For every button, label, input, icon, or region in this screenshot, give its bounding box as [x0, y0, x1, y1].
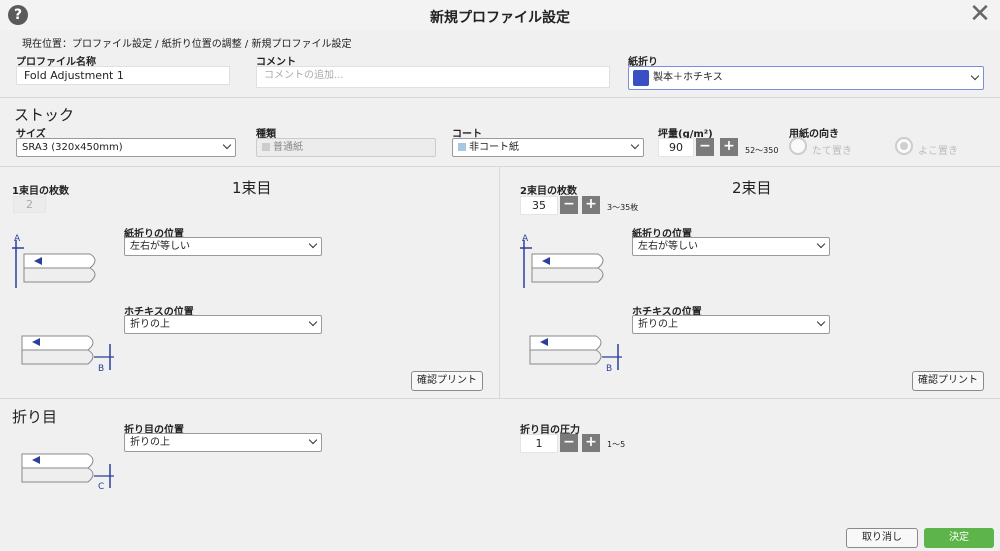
marker-b: B — [98, 364, 105, 374]
coat-select[interactable]: 非コート紙 — [452, 138, 644, 157]
cancel-button[interactable]: 取り消し — [846, 528, 918, 548]
chevron-down-icon — [308, 317, 318, 327]
comment-input[interactable]: コメントの追加... — [256, 66, 610, 88]
bundle1-fold-position-select[interactable]: 左右が等しい — [124, 237, 322, 256]
orientation-portrait-radio[interactable] — [789, 137, 807, 155]
divider — [0, 97, 1000, 98]
ok-button[interactable]: 決定 — [924, 528, 994, 548]
crease-position-select[interactable]: 折りの上 — [124, 433, 322, 452]
bundle1-fold-position-value: 左右が等しい — [130, 241, 190, 252]
chevron-down-icon — [630, 140, 640, 150]
divider — [499, 166, 500, 398]
coat-swatch-icon — [458, 143, 466, 151]
fold-type-select[interactable]: 製本＋ホチキス — [628, 66, 984, 90]
chevron-down-icon — [816, 317, 826, 327]
close-icon[interactable]: ✕ — [966, 0, 994, 28]
chevron-down-icon — [222, 140, 232, 150]
orientation-landscape-radio[interactable] — [895, 137, 913, 155]
crease-pressure-minus-button[interactable]: − — [560, 434, 578, 452]
stock-title: ストック — [14, 106, 75, 124]
fold-position-illustration — [520, 240, 604, 288]
bundle2-count-range: 3～35枚 — [607, 203, 639, 212]
bundle2-count-plus-button[interactable]: + — [582, 196, 600, 214]
chevron-down-icon — [816, 239, 826, 249]
type-select: 普通紙 — [256, 138, 436, 157]
bundle2-count-input[interactable]: 35 — [520, 196, 558, 215]
bundle1-staple-value: 折りの上 — [130, 319, 170, 330]
crease-pressure-plus-button[interactable]: + — [582, 434, 600, 452]
marker-a: A — [522, 234, 529, 244]
divider — [0, 398, 1000, 399]
bundle2-proof-print-button[interactable]: 確認プリント — [912, 371, 984, 391]
crease-pressure-range: 1～5 — [607, 440, 626, 449]
bundle1-count-label: 1束目の枚数 — [12, 186, 69, 197]
size-select[interactable]: SRA3 (320x450mm) — [16, 138, 236, 157]
marker-b: B — [606, 364, 613, 374]
bundle2-fold-position-value: 左右が等しい — [638, 241, 698, 252]
size-value: SRA3 (320x450mm) — [22, 142, 123, 153]
chevron-down-icon — [308, 435, 318, 445]
divider — [0, 166, 1000, 167]
weight-input[interactable]: 90 — [658, 138, 694, 157]
bundle2-staple-select[interactable]: 折りの上 — [632, 315, 830, 334]
weight-range: 52～350 — [745, 146, 779, 155]
marker-c: C — [98, 482, 105, 492]
crease-title: 折り目 — [12, 408, 58, 426]
bundle2-fold-position-select[interactable]: 左右が等しい — [632, 237, 830, 256]
bundle1-proof-print-button[interactable]: 確認プリント — [411, 371, 483, 391]
weight-minus-button[interactable]: − — [696, 138, 714, 156]
orientation-landscape-label: よこ置き — [918, 146, 958, 157]
crease-position-value: 折りの上 — [130, 437, 170, 448]
coat-value: 非コート紙 — [469, 142, 519, 153]
fold-position-illustration — [12, 240, 96, 288]
booklet-staple-icon — [633, 70, 649, 86]
bundle1-count-input: 2 — [13, 196, 46, 213]
bundle2-staple-value: 折りの上 — [638, 319, 678, 330]
fold-type-value: 製本＋ホチキス — [653, 72, 723, 83]
marker-a: A — [14, 234, 21, 244]
orientation-portrait-label: たて置き — [812, 146, 852, 157]
bundle2-count-label: 2束目の枚数 — [520, 186, 577, 197]
window-title: 新規プロファイル設定 — [430, 10, 570, 26]
breadcrumb: 現在位置：プロファイル設定 / 紙折り位置の調整 / 新規プロファイル設定 — [22, 39, 352, 50]
paper-type-swatch-icon — [262, 143, 270, 151]
bundle1-heading: 1束目 — [232, 179, 272, 197]
bundle1-staple-select[interactable]: 折りの上 — [124, 315, 322, 334]
bundle2-heading: 2束目 — [732, 179, 772, 197]
weight-plus-button[interactable]: + — [720, 138, 738, 156]
type-value: 普通紙 — [273, 142, 303, 153]
profile-name-input[interactable]: Fold Adjustment 1 — [16, 66, 230, 85]
chevron-down-icon — [970, 71, 980, 81]
bundle2-count-minus-button[interactable]: − — [560, 196, 578, 214]
chevron-down-icon — [308, 239, 318, 249]
crease-pressure-input[interactable]: 1 — [520, 434, 558, 453]
